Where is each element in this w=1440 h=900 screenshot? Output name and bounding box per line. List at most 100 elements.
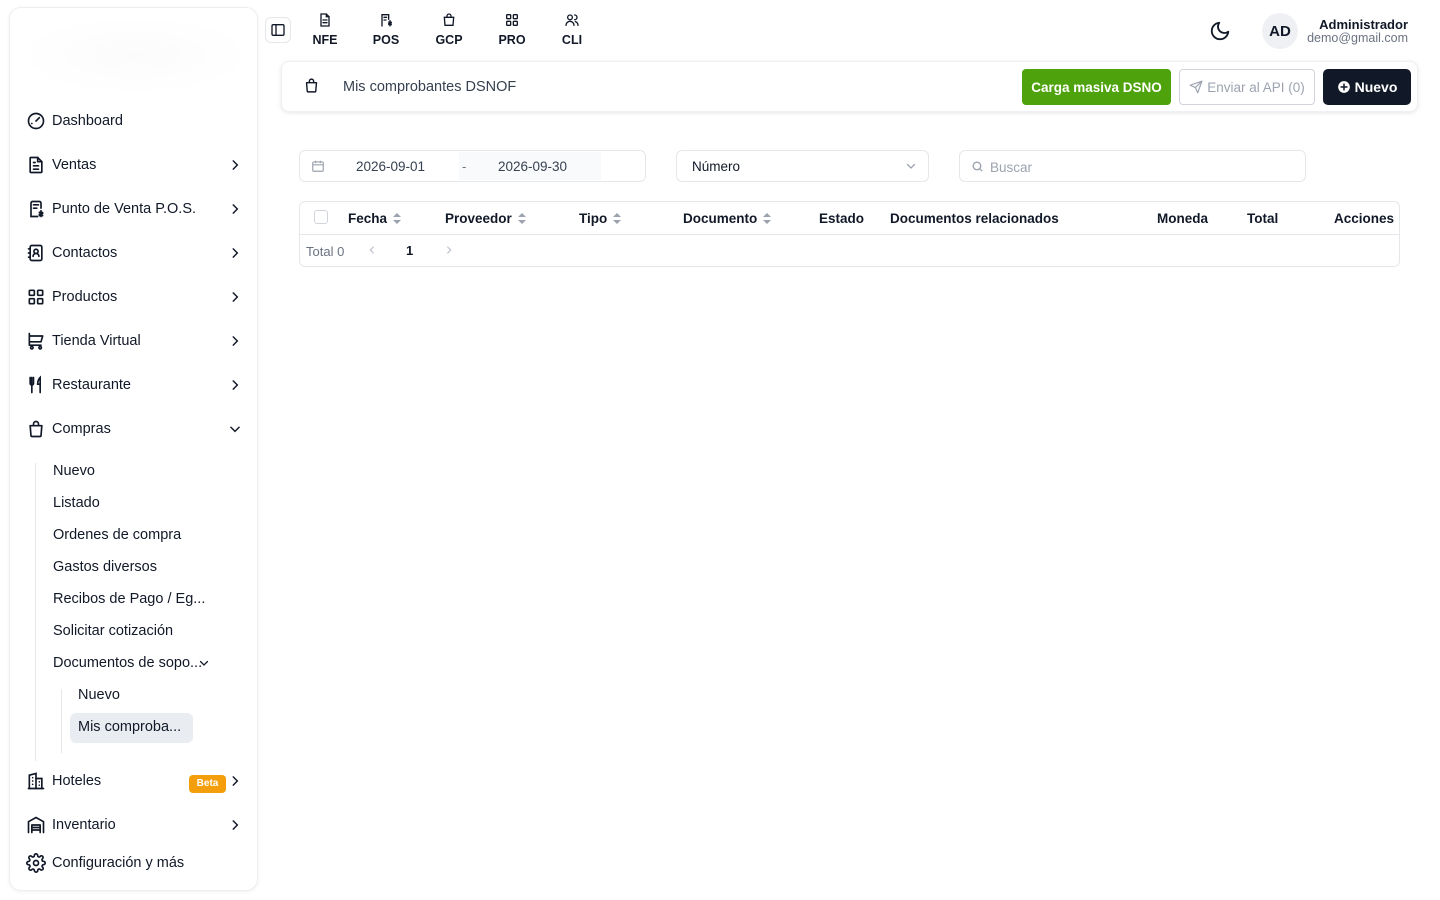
submenu-line <box>35 463 36 761</box>
tab-gcp[interactable]: GCP <box>427 12 471 48</box>
column-header-documento[interactable]: Documento <box>683 211 772 226</box>
date-separator: - <box>462 159 467 174</box>
chevron-left-icon[interactable] <box>367 245 377 255</box>
sort-icon <box>763 213 772 224</box>
column-header-tipo[interactable]: Tipo <box>579 211 622 226</box>
user-email: demo@gmail.com <box>1307 31 1408 45</box>
sidebar-toggle-button[interactable] <box>265 17 291 43</box>
search-icon <box>972 161 983 172</box>
receipt-icon <box>26 199 46 219</box>
enviar-api-button[interactable]: Enviar al API (0) <box>1179 69 1315 105</box>
tab-nfe[interactable]: NFE <box>303 12 347 48</box>
sidebar-item-inventario[interactable]: Inventario <box>26 813 248 837</box>
column-label: Documento <box>683 211 758 226</box>
column-header-acciones: Acciones <box>1334 211 1395 226</box>
tab-pos[interactable]: POS <box>364 12 408 48</box>
tab-label: CLI <box>561 33 583 47</box>
sidebar-item-label: Dashboard <box>52 113 123 129</box>
sort-icon <box>517 213 526 224</box>
date-range-picker[interactable]: 2026-09-01 - 2026-09-30 <box>299 150 646 182</box>
avatar[interactable]: AD <box>1262 13 1298 49</box>
column-header-proveedor[interactable]: Proveedor <box>445 211 526 226</box>
send-icon <box>1189 80 1203 94</box>
grid-icon <box>26 287 46 307</box>
submenu-item-gastos-diversos[interactable]: Gastos diversos <box>53 559 157 581</box>
column-header-moneda: Moneda <box>1157 211 1209 226</box>
submenu-item-ordenes-compra[interactable]: Ordenes de compra <box>53 527 181 549</box>
chevron-right-icon <box>228 774 242 788</box>
chevron-down-icon <box>198 657 210 669</box>
sort-icon <box>393 213 402 224</box>
submenu-item-mis-comprobantes[interactable]: Mis comproba... <box>70 713 193 743</box>
column-header-fecha[interactable]: Fecha <box>348 211 402 226</box>
document-icon <box>26 155 46 175</box>
building-icon <box>26 771 46 791</box>
sidebar-item-productos[interactable]: Productos <box>26 285 248 309</box>
date-from[interactable]: 2026-09-01 <box>356 159 425 174</box>
user-name: Administrador <box>1319 17 1408 32</box>
tab-pro[interactable]: PRO <box>490 12 534 48</box>
carga-masiva-button[interactable]: Carga masiva DSNO <box>1022 69 1171 105</box>
sidebar-item-configuracion[interactable]: Configuración y más <box>26 851 248 875</box>
contacts-icon <box>26 243 46 263</box>
calendar-icon <box>312 160 324 172</box>
logo-placeholder <box>30 20 240 90</box>
submenu-item-label: Documentos de sopo... <box>53 655 203 671</box>
sidebar-item-pos[interactable]: Punto de Venta P.O.S. <box>26 197 248 221</box>
grid-icon <box>506 13 518 26</box>
page-number[interactable]: 1 <box>406 243 413 258</box>
page-title: Mis comprobantes DSNOF <box>343 79 517 95</box>
submenu-item-solicitar-cotizacion[interactable]: Solicitar cotización <box>53 623 173 645</box>
date-to[interactable]: 2026-09-30 <box>498 159 567 174</box>
sidebar-item-contactos[interactable]: Contactos <box>26 241 248 265</box>
sidebar-item-dashboard[interactable]: Dashboard <box>26 109 248 133</box>
column-label: Proveedor <box>445 211 512 226</box>
sidebar-item-label: Tienda Virtual <box>52 333 141 349</box>
panel-left-icon <box>271 24 285 36</box>
submenu-item-ds-nuevo[interactable]: Nuevo <box>78 687 120 709</box>
tab-cli[interactable]: CLI <box>550 12 594 48</box>
chevron-right-icon[interactable] <box>444 245 454 255</box>
submenu-line-nested <box>61 689 62 753</box>
shopping-bag-icon <box>305 78 318 93</box>
utensils-icon <box>26 375 46 395</box>
total-count: Total 0 <box>306 244 345 259</box>
beta-badge: Beta <box>189 775 226 793</box>
shopping-bag-icon <box>443 13 455 26</box>
sidebar-item-tienda-virtual[interactable]: Tienda Virtual <box>26 329 248 353</box>
sidebar-item-compras[interactable]: Compras <box>26 417 248 441</box>
nuevo-button[interactable]: Nuevo <box>1323 69 1411 105</box>
column-header-documentos-relacionados: Documentos relacionados <box>890 211 1059 226</box>
sidebar-item-label: Hoteles <box>52 773 102 789</box>
tab-label: GCP <box>435 33 463 47</box>
search-input[interactable] <box>990 157 1290 177</box>
chevron-down-icon <box>228 422 242 436</box>
moon-icon[interactable] <box>1209 20 1231 42</box>
sidebar: Dashboard Ventas Punto de Venta P.O.S. C… <box>9 7 258 891</box>
filter-field-select[interactable]: Número <box>676 150 929 182</box>
submenu-item-documentos-soporte[interactable]: Documentos de sopo... <box>53 655 209 677</box>
submenu-item-listado[interactable]: Listado <box>53 495 100 517</box>
receipt-icon <box>381 14 392 27</box>
nuevo-label: Nuevo <box>1354 79 1398 95</box>
submenu-item-recibos-pago[interactable]: Recibos de Pago / Eg... <box>53 591 205 613</box>
warehouse-icon <box>26 815 46 835</box>
tab-label: NFE <box>312 33 338 47</box>
cart-icon <box>26 331 46 351</box>
plus-circle-icon <box>1337 81 1350 93</box>
enviar-api-label: Enviar al API (0) <box>1207 79 1305 95</box>
sidebar-item-label: Restaurante <box>52 377 131 393</box>
column-header-estado: Estado <box>819 211 865 226</box>
sidebar-item-label: Inventario <box>52 817 116 833</box>
chevron-right-icon <box>228 378 242 392</box>
sidebar-item-label: Contactos <box>52 245 118 261</box>
submenu-item-nuevo[interactable]: Nuevo <box>53 463 95 485</box>
shopping-bag-icon <box>26 419 46 439</box>
sidebar-item-restaurante[interactable]: Restaurante <box>26 373 248 397</box>
chevron-right-icon <box>228 158 242 172</box>
sidebar-item-label: Configuración y más <box>52 855 185 871</box>
select-all-checkbox[interactable] <box>314 210 328 224</box>
sidebar-item-ventas[interactable]: Ventas <box>26 153 248 177</box>
sort-icon <box>613 213 622 224</box>
chevron-right-icon <box>228 818 242 832</box>
